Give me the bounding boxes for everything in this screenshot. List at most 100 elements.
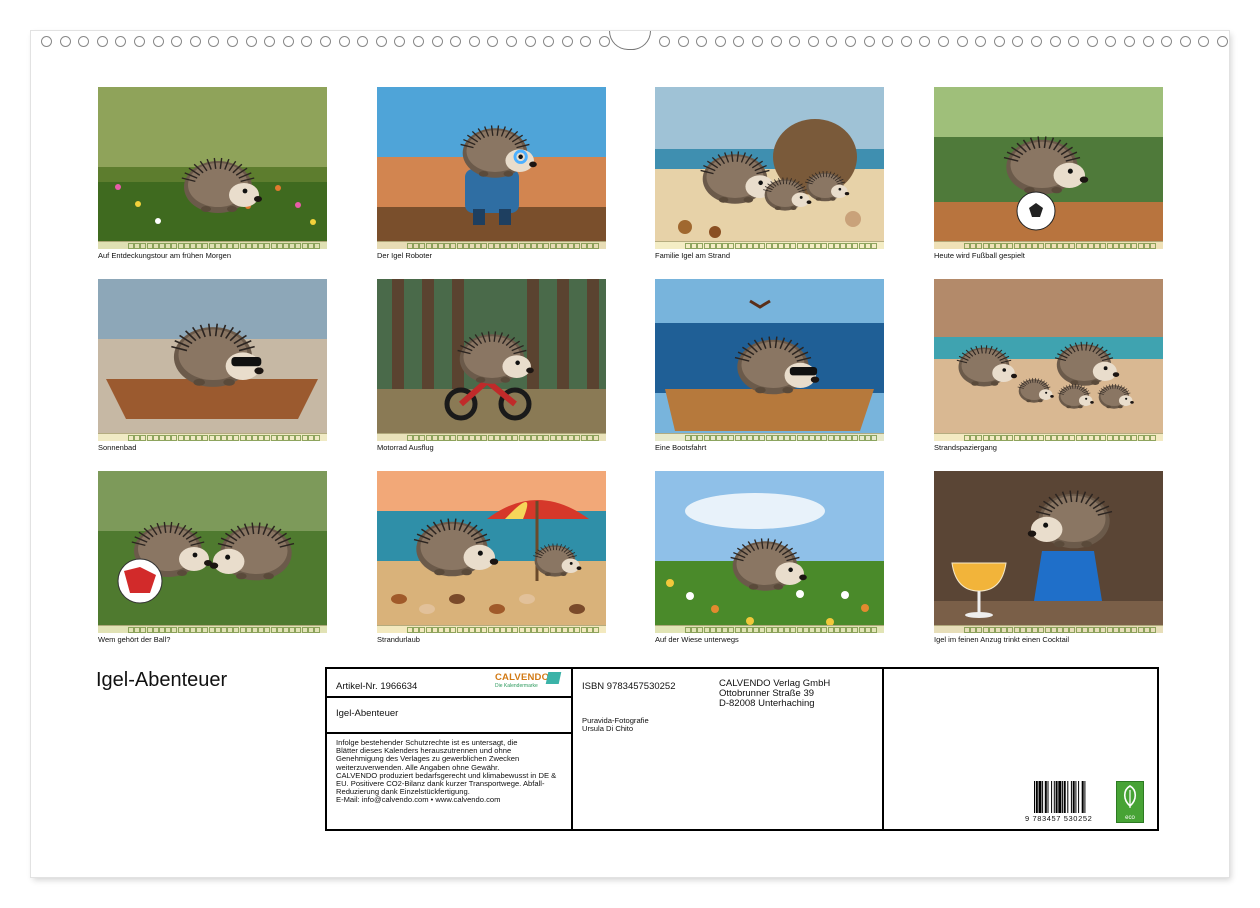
eco-leaf-icon: eco xyxy=(1116,781,1144,823)
binding-hole xyxy=(863,36,875,47)
binding-hole xyxy=(696,36,708,47)
binding-hole xyxy=(882,36,894,47)
divider xyxy=(327,696,572,698)
divider xyxy=(882,669,884,829)
binding-hole xyxy=(357,36,369,47)
binding-hole xyxy=(807,36,819,47)
binding-hole xyxy=(171,36,183,47)
binding-hole xyxy=(1086,36,1098,47)
binding-hole xyxy=(134,36,145,47)
binding-hole xyxy=(1179,36,1191,47)
mini-calendar-strip xyxy=(98,625,327,633)
binding-hole xyxy=(956,36,968,47)
mini-calendar-strip xyxy=(934,433,1163,441)
legal-text: Infolge bestehender Schutzrechte ist es … xyxy=(336,738,557,805)
month-caption: Auf der Wiese unterwegs xyxy=(655,635,739,644)
mini-calendar-strip xyxy=(655,625,884,633)
binding-hole xyxy=(487,36,499,47)
binding-hole xyxy=(1012,36,1024,47)
author-credit: Puravida-Fotografie Ursula Di Chito xyxy=(582,716,649,734)
binding-hole xyxy=(450,36,462,47)
binding-hole xyxy=(394,36,406,47)
calvendo-logo: CALVENDO Die Kalendermarke xyxy=(495,672,565,690)
binding-hole xyxy=(975,36,987,47)
mini-calendar-strip xyxy=(377,433,606,441)
calendar-title: Igel-Abenteuer xyxy=(96,669,228,691)
binding-hole xyxy=(543,36,555,47)
month-image-boat xyxy=(655,279,884,441)
binding-hole xyxy=(152,36,164,47)
month-caption: Igel im feinen Anzug trinkt einen Cockta… xyxy=(934,635,1070,644)
month-caption: Strandspaziergang xyxy=(934,443,997,452)
binding-hole xyxy=(282,36,294,47)
binding-hole xyxy=(752,36,763,47)
month-caption: Strandurlaub xyxy=(377,635,420,644)
barcode xyxy=(1034,781,1086,813)
binding-hole xyxy=(301,36,313,47)
article-number: Artikel-Nr. 1966634 xyxy=(336,681,418,692)
month-image-beach-family xyxy=(655,87,884,249)
month-image-meadow xyxy=(655,471,884,633)
binding-hole xyxy=(1142,36,1154,47)
mini-calendar-strip xyxy=(377,625,606,633)
binding-hole xyxy=(413,36,424,47)
mini-calendar-strip xyxy=(98,241,327,249)
mini-calendar-strip xyxy=(655,433,884,441)
month-image-football xyxy=(934,87,1163,249)
barcode-number: 9 783457 530252 xyxy=(1025,814,1093,823)
binding-hole xyxy=(826,36,838,47)
month-caption: Sonnenbad xyxy=(98,443,137,452)
month-image-motorbike xyxy=(377,279,606,441)
binding-hole xyxy=(208,36,220,47)
binding-hole xyxy=(431,36,443,47)
month-caption: Auf Entdeckungstour am frühen Morgen xyxy=(98,251,231,260)
binding-hole xyxy=(264,36,276,47)
binding-hole xyxy=(789,36,801,47)
month-image-ball xyxy=(98,471,327,633)
binding-hole xyxy=(245,36,257,47)
binding-hole xyxy=(338,36,350,47)
month-image-robot xyxy=(377,87,606,249)
binding-hole xyxy=(59,36,71,47)
binding-hole xyxy=(1124,36,1135,47)
binding-hole xyxy=(1105,36,1117,47)
binding-holes xyxy=(31,31,1229,53)
binding-hole xyxy=(1031,36,1042,47)
binding-hole xyxy=(599,36,610,47)
binding-hole xyxy=(677,36,689,47)
month-caption: Der Igel Roboter xyxy=(377,251,433,260)
binding-hole xyxy=(41,36,52,47)
month-image-sunbath xyxy=(98,279,327,441)
binding-hole xyxy=(993,36,1005,47)
binding-hole xyxy=(1161,36,1173,47)
binding-hole xyxy=(938,36,949,47)
divider xyxy=(327,732,572,734)
month-image-beach-umbrella xyxy=(377,471,606,633)
binding-hole xyxy=(1049,36,1061,47)
binding-hole xyxy=(506,36,517,47)
binding-hole xyxy=(580,36,592,47)
month-image-beach-walk xyxy=(934,279,1163,441)
month-caption: Heute wird Fußball gespielt xyxy=(934,251,1025,260)
calvendo-logo-mark xyxy=(545,672,562,684)
divider xyxy=(571,669,573,829)
binding-hole xyxy=(524,36,536,47)
month-image-cocktail xyxy=(934,471,1163,633)
month-caption: Motorrad Ausflug xyxy=(377,443,434,452)
mini-calendar-strip xyxy=(934,241,1163,249)
binding-hole xyxy=(96,36,108,47)
binding-hole xyxy=(714,36,726,47)
mini-calendar-strip xyxy=(934,625,1163,633)
month-caption: Eine Bootsfahrt xyxy=(655,443,707,452)
binding-hole xyxy=(320,36,331,47)
binding-hole xyxy=(733,36,745,47)
product-info-box: Artikel-Nr. 1966634 CALVENDO Die Kalende… xyxy=(325,667,1159,831)
binding-hole xyxy=(900,36,912,47)
binding-hole xyxy=(1198,36,1210,47)
hanger-notch xyxy=(609,31,651,50)
binding-hole xyxy=(115,36,127,47)
mini-calendar-strip xyxy=(377,241,606,249)
binding-hole xyxy=(659,36,670,47)
isbn: ISBN 9783457530252 xyxy=(582,681,676,692)
binding-hole xyxy=(845,36,856,47)
